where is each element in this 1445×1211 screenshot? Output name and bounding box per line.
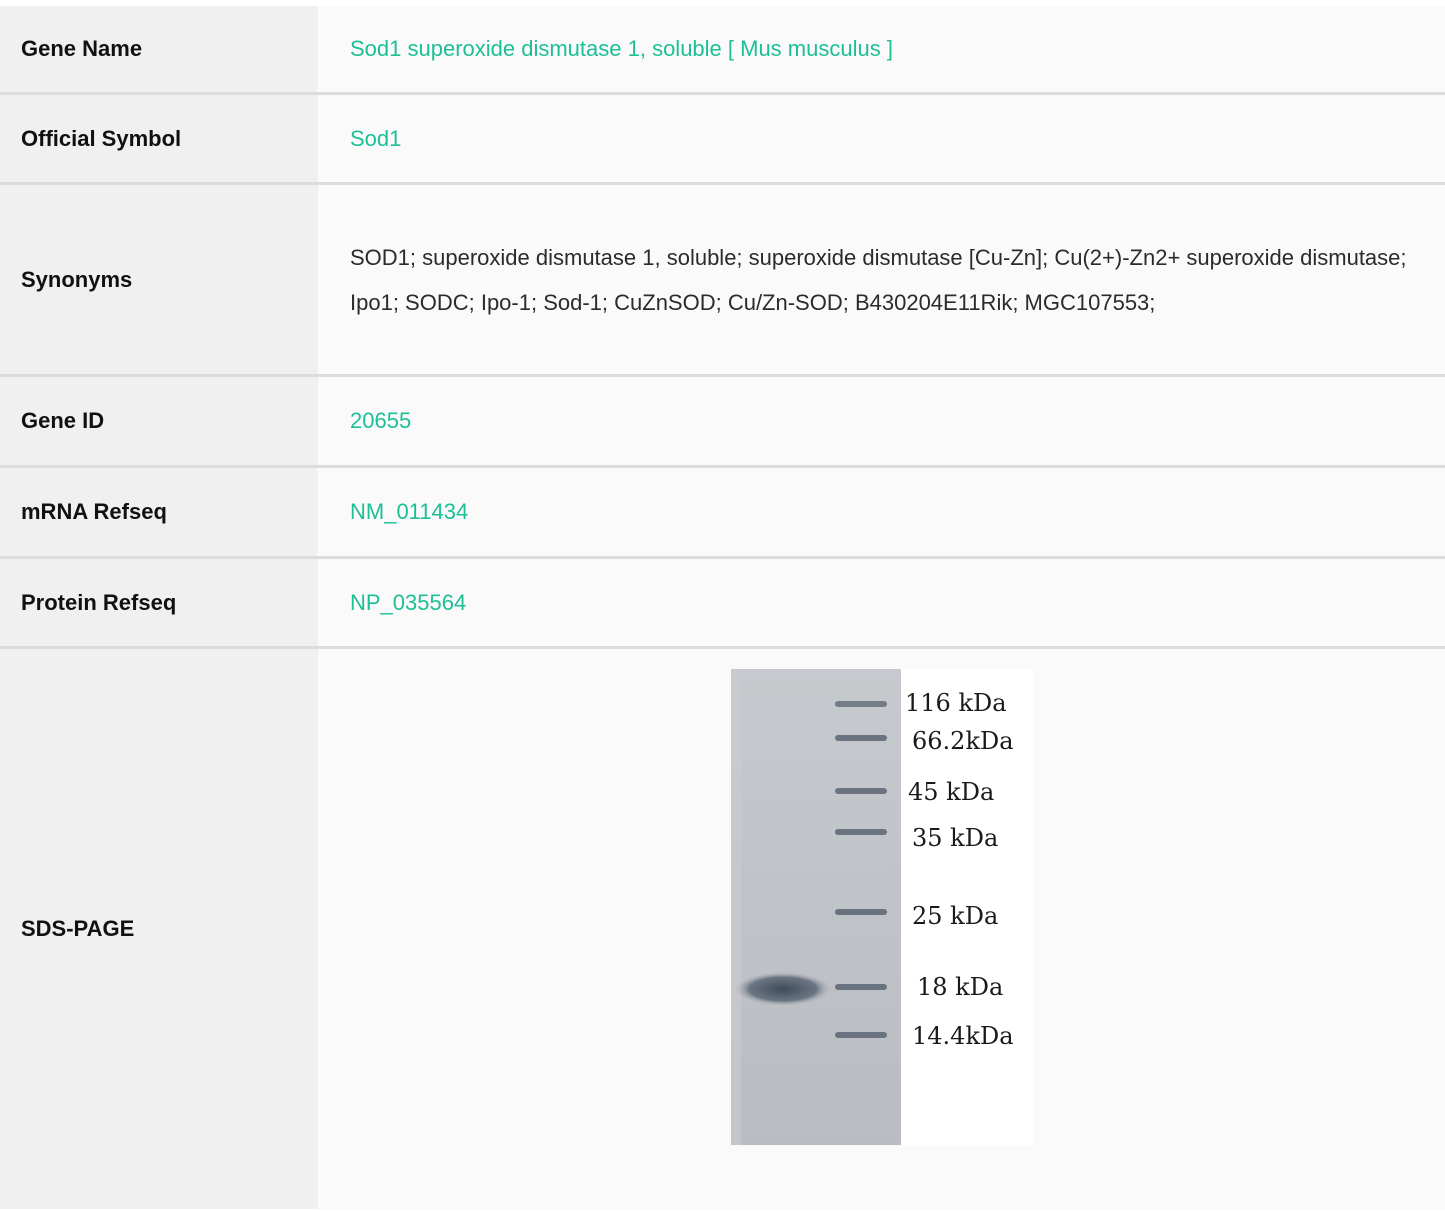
official-symbol-link[interactable]: Sod1 [350, 126, 401, 151]
row-protein-refseq: Protein Refseq NP_035564 [0, 557, 1445, 648]
gene-id-label: Gene ID [0, 375, 318, 467]
mrna-refseq-link[interactable]: NM_011434 [350, 499, 468, 524]
row-official-symbol: Official Symbol Sod1 [0, 93, 1445, 184]
sample-band [735, 972, 831, 1006]
gel-graphic: 116 kDa 66.2kDa 45 kDa 35 kDa 25 kDa 18 kDa 14… [731, 669, 1014, 1145]
mrna-refseq-label: mRNA Refseq [0, 466, 318, 558]
gene-info-table: Gene Name Sod1 superoxide dismutase 1, s… [0, 6, 1445, 1209]
marker-band [835, 735, 887, 741]
official-symbol-label: Official Symbol [0, 93, 318, 184]
synonyms-value: SOD1; superoxide dismutase 1, soluble; s… [350, 244, 1407, 315]
marker-band [835, 909, 887, 915]
marker-label: 45 kDa [908, 778, 994, 806]
row-gene-id: Gene ID 20655 [0, 375, 1445, 467]
marker-label: 66.2kDa [912, 727, 1014, 755]
marker-band [835, 788, 887, 794]
sds-page-label: SDS-PAGE [0, 647, 318, 1209]
marker-label: 116 kDa [905, 689, 1007, 717]
marker-label: 35 kDa [912, 824, 998, 852]
row-mrna-refseq: mRNA Refseq NM_011434 [0, 466, 1445, 558]
marker-band [835, 984, 887, 990]
marker-label: 14.4kDa [912, 1022, 1014, 1050]
marker-label: 18 kDa [917, 973, 1003, 1001]
row-synonyms: Synonyms SOD1; superoxide dismutase 1, s… [0, 183, 1445, 376]
marker-band [835, 1032, 887, 1038]
marker-band [835, 829, 887, 835]
gene-id-link[interactable]: 20655 [350, 408, 411, 433]
synonyms-label: Synonyms [0, 183, 318, 376]
marker-band [835, 701, 887, 707]
sds-page-gel-image: 116 kDa 66.2kDa 45 kDa 35 kDa 25 kDa 18 kDa 14… [731, 669, 1033, 1145]
row-gene-name: Gene Name Sod1 superoxide dismutase 1, s… [0, 6, 1445, 94]
protein-refseq-label: Protein Refseq [0, 557, 318, 648]
gene-name-label: Gene Name [0, 6, 318, 94]
marker-label: 25 kDa [912, 902, 998, 930]
row-sds-page: SDS-PAGE 116 kDa 66.2kDa 45 kDa 35 kDa 2… [0, 647, 1445, 1209]
protein-refseq-link[interactable]: NP_035564 [350, 590, 466, 615]
gene-name-link[interactable]: Sod1 superoxide dismutase 1, soluble [ M… [350, 36, 893, 61]
